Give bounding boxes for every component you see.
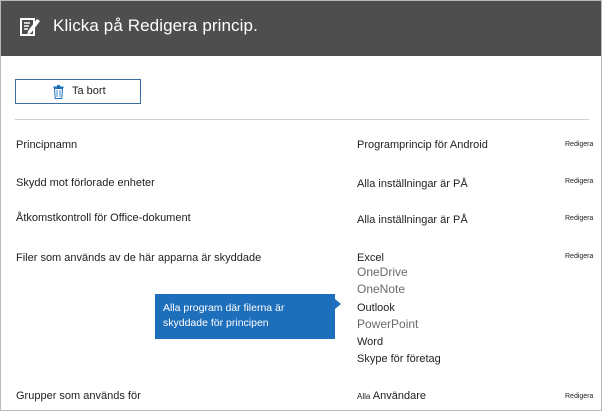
row-value-groups-text: Användare: [372, 390, 427, 402]
edit-link-lost-device[interactable]: Redigera: [565, 178, 593, 185]
edit-link-policy-name[interactable]: Redigera: [565, 141, 593, 148]
callout-tooltip: Alla program där filerna är skyddade för…: [155, 294, 335, 339]
delete-button[interactable]: Ta bort: [15, 79, 141, 104]
trash-icon: [53, 85, 64, 99]
edit-policy-icon: [19, 14, 41, 38]
header-bar: Klicka på Redigera princip.: [1, 1, 601, 56]
policy-panel: Klicka på Redigera princip. Ta bort Prin…: [0, 0, 602, 411]
divider: [15, 119, 589, 120]
row-label-protected-apps: Filer som används av de här apparna är s…: [16, 252, 262, 264]
row-label-office-access: Åtkomstkontroll för Office-dokument: [16, 212, 191, 224]
row-label-groups: Grupper som används för: [16, 390, 141, 402]
edit-link-office-access[interactable]: Redigera: [565, 215, 593, 222]
row-label-policy-name: Principnamn: [16, 139, 78, 151]
list-item-powerpoint: PowerPoint: [357, 317, 419, 331]
callout-pointer: [335, 299, 341, 309]
list-item-skype: Skype för företag: [357, 353, 441, 365]
list-item-onenote: OneNote: [357, 282, 406, 296]
list-item-word: Word: [357, 336, 384, 348]
list-item-outlook: Outlook: [357, 302, 395, 314]
callout-line-1: Alla program där filerna är: [163, 302, 285, 314]
row-value-excel: Excel: [357, 252, 384, 264]
page-title: Klicka på Redigera princip.: [53, 16, 258, 35]
edit-link-protected-apps[interactable]: Redigera: [565, 253, 593, 260]
row-value-groups: Alla Användare: [357, 390, 426, 402]
callout-line-2: skyddade för principen: [163, 317, 269, 329]
row-value-office-access: Alla inställningar är PÅ: [357, 214, 468, 226]
row-label-lost-device: Skydd mot förlorade enheter: [16, 177, 155, 189]
row-value-lost-device: Alla inställningar är PÅ: [357, 178, 468, 190]
row-value-groups-prefix: Alla: [357, 392, 371, 401]
list-item-onedrive: OneDrive: [357, 265, 408, 279]
row-value-policy-name: Programprincip för Android: [357, 139, 488, 151]
delete-button-label: Ta bort: [72, 85, 106, 97]
edit-link-groups[interactable]: Redigera: [565, 393, 593, 400]
